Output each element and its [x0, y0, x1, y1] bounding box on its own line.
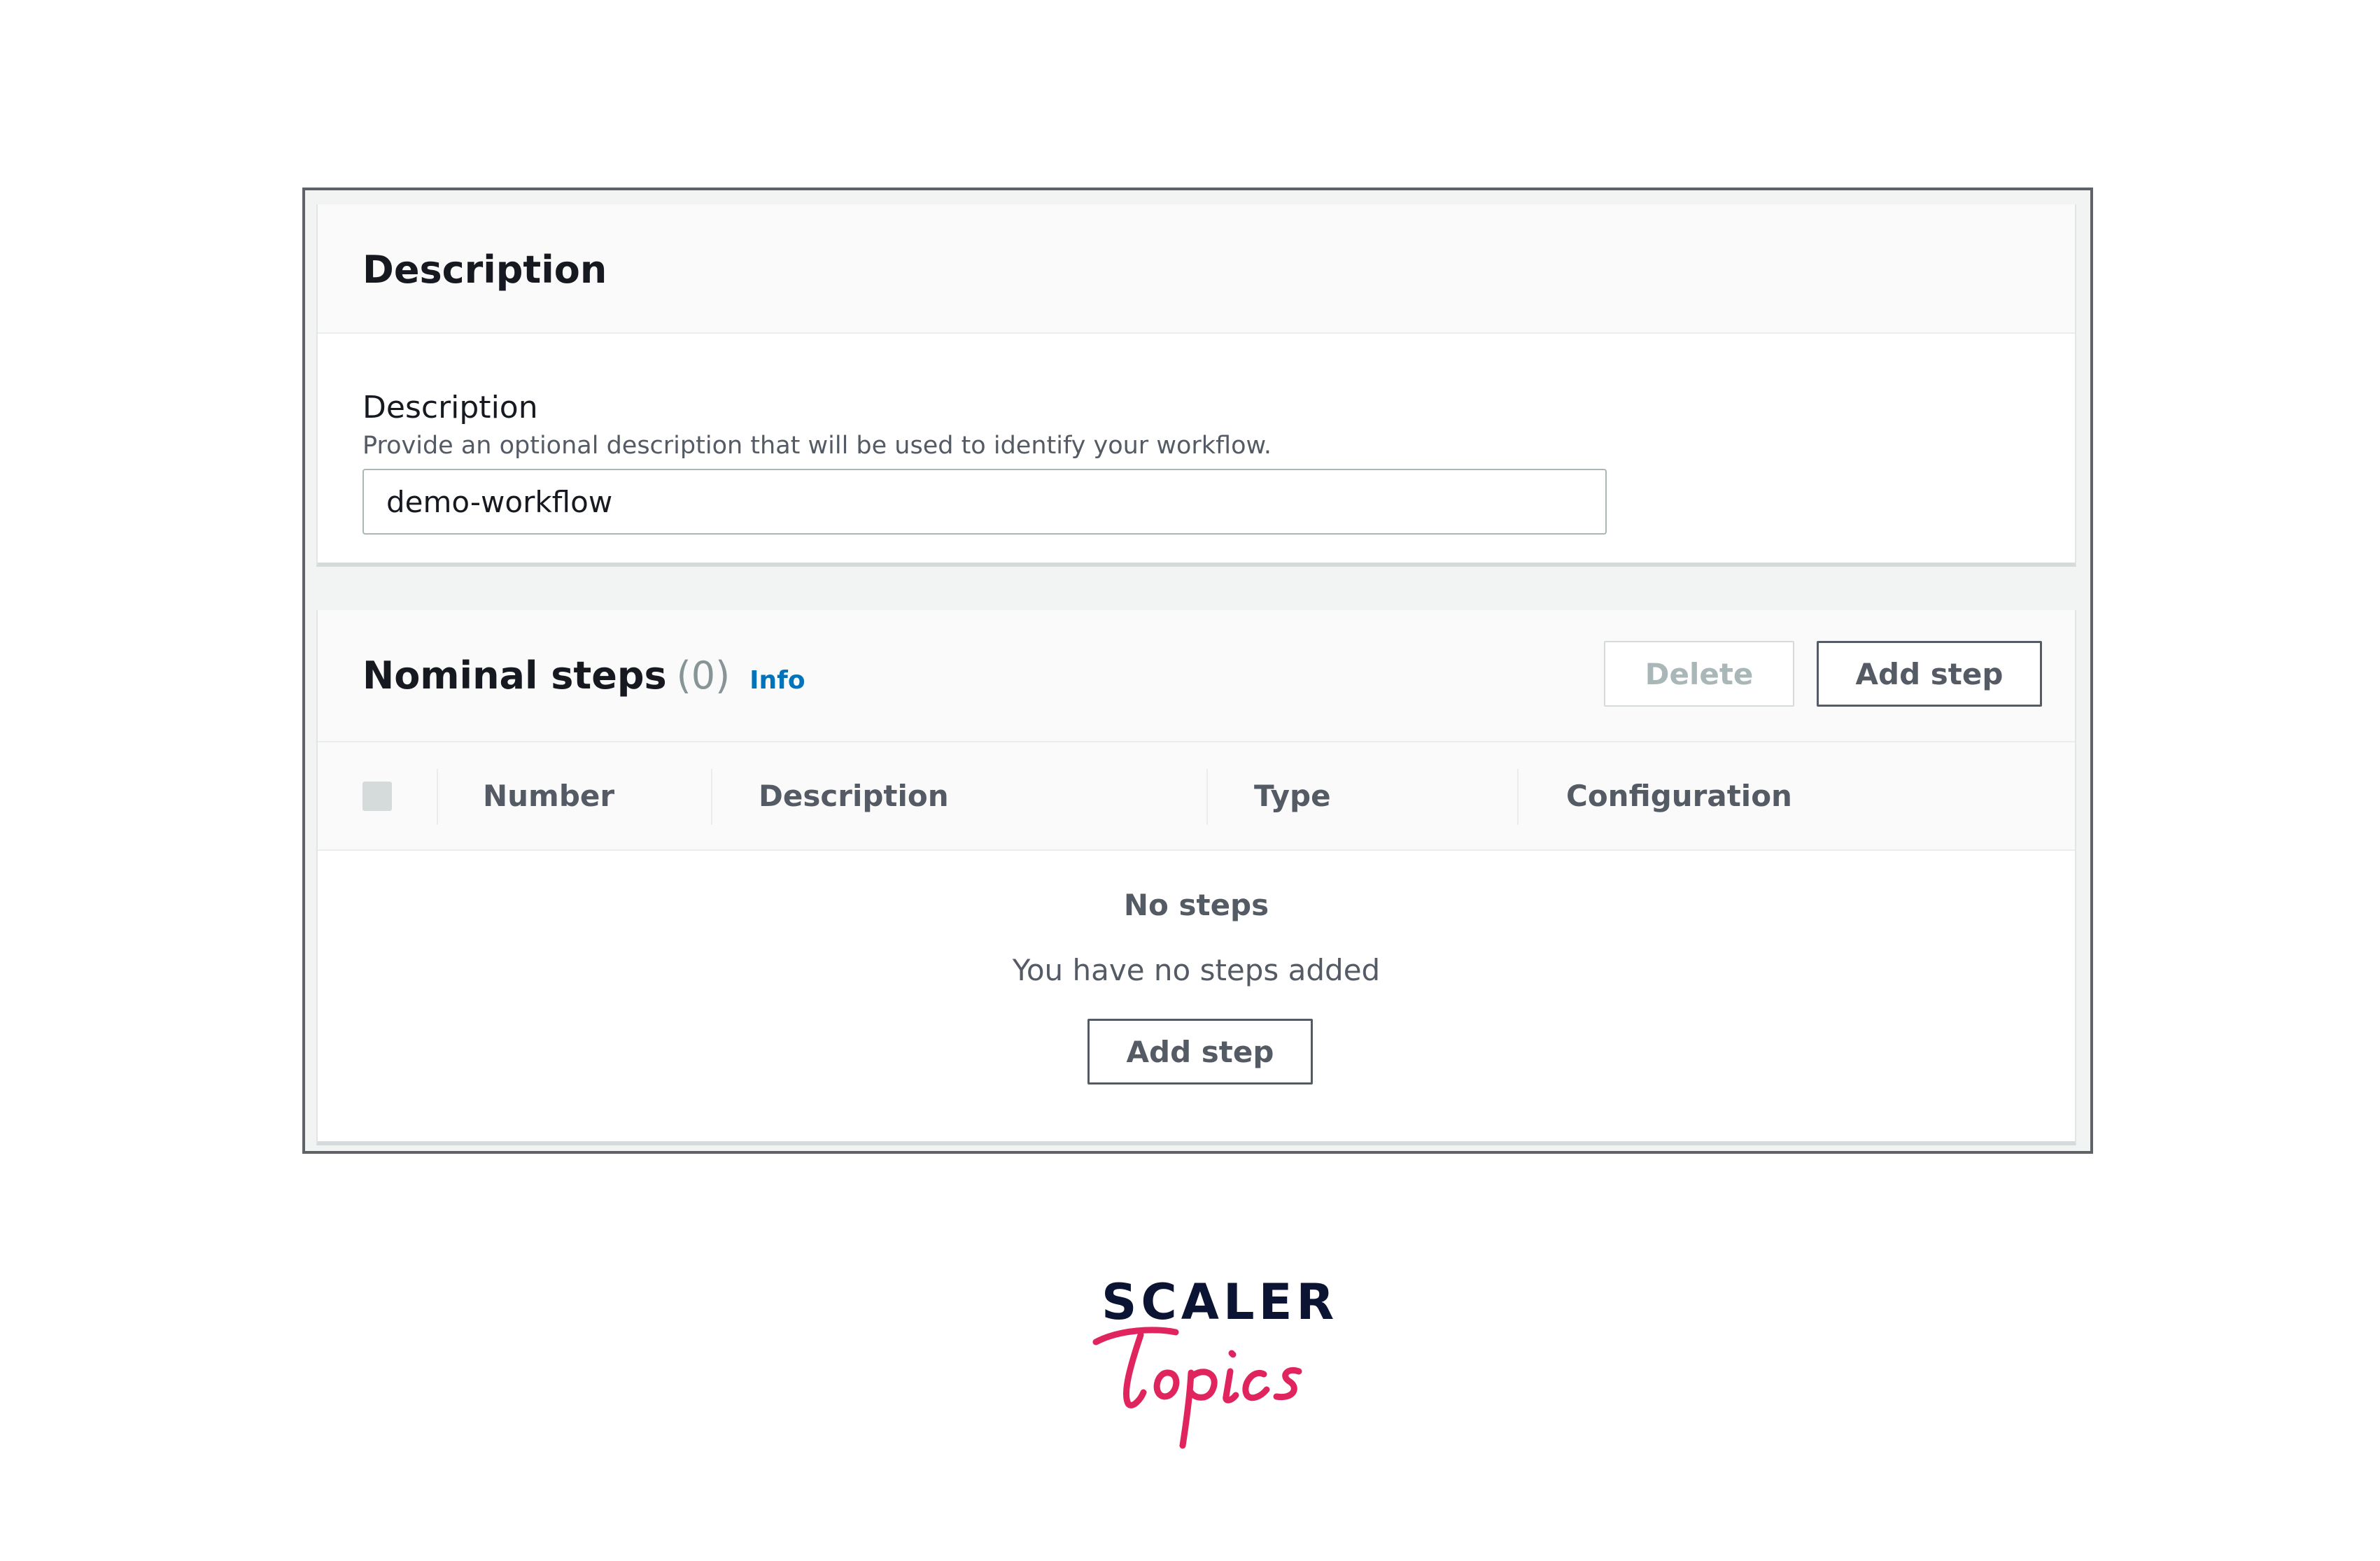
steps-table-header: Number Description Type Configuration: [318, 742, 2075, 851]
logo-script-topics: [1092, 1327, 1302, 1449]
empty-state-title: No steps: [1123, 888, 1269, 922]
column-header-description[interactable]: Description: [759, 779, 949, 813]
screenshot-frame: Description Description Provide an optio…: [302, 188, 2093, 1154]
description-panel: Description Description Provide an optio…: [316, 204, 2076, 567]
delete-button[interactable]: Delete: [1604, 641, 1794, 707]
nominal-steps-panel: Nominal steps (0) Info Delete Add step Num…: [316, 610, 2076, 1145]
nominal-steps-title: Nominal steps (0) Info: [362, 654, 805, 698]
select-all-checkbox[interactable]: [362, 782, 392, 811]
nominal-steps-header: Nominal steps (0) Info Delete Add step: [318, 610, 2075, 742]
column-header-number[interactable]: Number: [483, 779, 614, 813]
empty-state-add-step-button[interactable]: Add step: [1087, 1019, 1313, 1085]
description-input[interactable]: [362, 469, 1607, 535]
info-link[interactable]: Info: [749, 666, 805, 695]
column-header-configuration[interactable]: Configuration: [1566, 779, 1792, 813]
description-field-hint: Provide an optional description that wil…: [362, 432, 1272, 460]
description-field-label: Description: [362, 390, 538, 425]
empty-state-message: You have no steps added: [1012, 953, 1381, 987]
column-separator: [437, 769, 438, 825]
nominal-steps-title-text: Nominal steps: [362, 654, 667, 698]
description-panel-header: Description: [318, 204, 2075, 334]
column-header-type[interactable]: Type: [1254, 779, 1331, 813]
column-separator: [1206, 769, 1208, 825]
add-step-button[interactable]: Add step: [1817, 641, 2042, 707]
column-separator: [1517, 769, 1519, 825]
scaler-topics-logo: SCALER: [1092, 1273, 1334, 1462]
description-panel-title: Description: [362, 248, 607, 292]
column-separator: [711, 769, 712, 825]
step-count: (0): [676, 654, 731, 698]
